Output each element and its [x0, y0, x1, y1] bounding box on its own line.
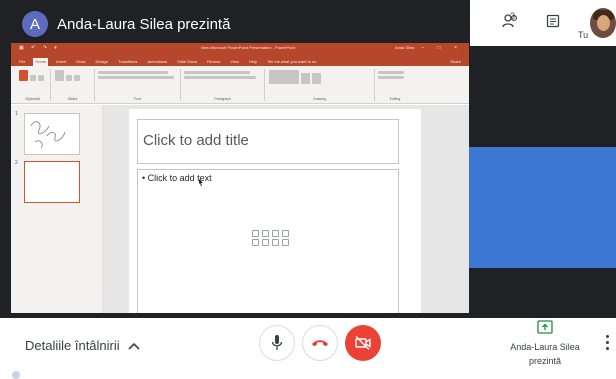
online-picture-icon[interactable]	[262, 239, 269, 246]
picture-icon[interactable]	[252, 239, 259, 246]
smartart-icon[interactable]	[272, 230, 279, 237]
ribbon-group-label: Clipboard	[25, 97, 40, 101]
ppt-ribbon: Clipboard Slides Font Paragraph Drawing	[11, 66, 469, 104]
presenter-avatar: A	[22, 11, 48, 37]
handwriting-sketch-icon	[30, 121, 66, 149]
ribbon-group-slides: Slides	[51, 69, 95, 101]
meeting-details-toggle[interactable]: Detaliile întâlnirii	[25, 338, 140, 353]
hang-up-icon	[312, 340, 328, 347]
tab-design[interactable]: Design	[93, 58, 109, 66]
text-cursor-icon	[199, 179, 203, 186]
ppt-ribbon-tabs: File Home Insert Draw Design Transitions…	[11, 55, 469, 66]
reset-icon[interactable]	[74, 75, 80, 81]
self-avatar[interactable]	[590, 8, 616, 38]
microphone-button[interactable]	[259, 325, 295, 361]
tab-help[interactable]: Help	[247, 58, 259, 66]
window-controls[interactable]: – □ ×	[422, 45, 464, 51]
tab-transitions[interactable]: Transitions	[116, 58, 139, 66]
slide-thumbnail-1[interactable]	[24, 113, 80, 155]
shared-powerpoint-window: ▣ ↶ ↷ ▾ New Microsoft PowerPoint Present…	[11, 43, 469, 313]
tab-view[interactable]: View	[228, 58, 241, 66]
table-icon[interactable]	[252, 230, 259, 237]
tab-slide-show[interactable]: Slide Show	[175, 58, 199, 66]
title-placeholder[interactable]: Click to add title	[137, 119, 399, 164]
alignment-controls[interactable]	[184, 76, 256, 79]
list-controls[interactable]	[184, 71, 250, 74]
you-label: Tu	[578, 30, 589, 40]
presenting-status-label[interactable]: Anda-Laura Silea prezintă	[490, 340, 600, 368]
more-options-button[interactable]	[603, 332, 611, 354]
chevron-up-icon	[128, 342, 140, 350]
thumbnail-number: 2	[15, 160, 18, 166]
chat-icon[interactable]	[546, 14, 560, 33]
ribbon-group-label: Editing	[389, 97, 401, 101]
ribbon-group-editing: Editing	[375, 69, 415, 101]
more-dot	[605, 347, 609, 350]
presenting-name: Anda-Laura Silea	[510, 342, 580, 352]
chart-icon[interactable]	[262, 230, 269, 237]
ppt-window-title: New Microsoft PowerPoint Presentation - …	[201, 45, 296, 50]
body-placeholder[interactable]: • Click to add text	[137, 169, 399, 313]
share-button[interactable]: Share	[450, 59, 461, 64]
ribbon-group-drawing: Drawing	[265, 69, 375, 101]
arrange-icon[interactable]	[301, 73, 310, 84]
replace-button[interactable]	[378, 76, 404, 79]
leave-call-button[interactable]	[302, 325, 338, 361]
quick-styles-icon[interactable]	[312, 73, 321, 84]
presenting-verb: prezintă	[528, 356, 562, 366]
more-dot	[605, 335, 609, 338]
tab-animations[interactable]: Animations	[145, 58, 169, 66]
tab-home[interactable]: Home	[33, 58, 49, 66]
tell-me-search[interactable]: Tell me what you want to do	[265, 58, 318, 66]
camera-off-icon	[355, 335, 371, 351]
shapes-gallery-icon[interactable]	[269, 70, 299, 84]
font-style-row[interactable]	[98, 76, 174, 79]
ribbon-group-clipboard: Clipboard	[15, 69, 51, 101]
thumbnail-number: 1	[15, 111, 18, 117]
new-slide-icon[interactable]	[55, 70, 64, 81]
layout-icon[interactable]	[66, 75, 72, 81]
ribbon-group-label: Slides	[67, 97, 78, 101]
ribbon-group-label: Drawing	[313, 97, 326, 101]
tab-file[interactable]: File	[17, 58, 27, 66]
slide-thumbnail-2[interactable]	[24, 161, 80, 203]
ribbon-group-label: Font	[133, 97, 141, 101]
people-count: 3	[510, 11, 516, 21]
ppt-user-name: Anda Silea	[395, 45, 415, 50]
insert-content-icons	[252, 230, 290, 246]
ribbon-group-font: Font	[95, 69, 181, 101]
ppt-titlebar: ▣ ↶ ↷ ▾ New Microsoft PowerPoint Present…	[11, 43, 469, 55]
cut-icon[interactable]	[30, 75, 36, 81]
meeting-details-label: Detaliile întâlnirii	[25, 338, 120, 353]
tab-review[interactable]: Review	[205, 58, 222, 66]
present-screen-icon[interactable]	[537, 320, 553, 334]
slide-thumbnail-pane: 1 2	[11, 105, 103, 313]
tab-draw[interactable]: Draw	[74, 58, 87, 66]
participant-video-tile[interactable]	[469, 147, 616, 268]
current-slide: Click to add title • Click to add text	[129, 109, 421, 313]
paste-icon[interactable]	[19, 70, 28, 81]
avatar-face	[597, 15, 610, 31]
top-right-panel: 3 Tu	[470, 0, 616, 46]
font-name-box[interactable]	[98, 71, 168, 74]
video-icon[interactable]	[272, 239, 279, 246]
3d-model-icon[interactable]	[282, 230, 289, 237]
icons-icon[interactable]	[282, 239, 289, 246]
meeting-controls-bar: Detaliile întâlnirii Anda-Laura Silea pr…	[0, 318, 616, 379]
copy-icon[interactable]	[38, 75, 44, 81]
tab-insert[interactable]: Insert	[54, 58, 68, 66]
partial-indicator-dot	[12, 371, 20, 379]
slide-editing-canvas: Click to add title • Click to add text	[103, 105, 469, 313]
microphone-icon	[271, 335, 283, 350]
ribbon-group-label: Paragraph	[214, 97, 231, 101]
presenter-bar: A Anda-Laura Silea prezintă	[22, 11, 230, 37]
quick-access-toolbar[interactable]: ▣ ↶ ↷ ▾	[19, 45, 60, 51]
presenter-title: Anda-Laura Silea prezintă	[57, 15, 231, 33]
more-dot	[605, 341, 609, 344]
meeting-stage: A Anda-Laura Silea prezintă 3 Tu ▣ ↶ ↷ ▾…	[0, 0, 616, 318]
find-button[interactable]	[378, 71, 404, 74]
ribbon-group-paragraph: Paragraph	[181, 69, 265, 101]
camera-button[interactable]	[345, 325, 381, 361]
